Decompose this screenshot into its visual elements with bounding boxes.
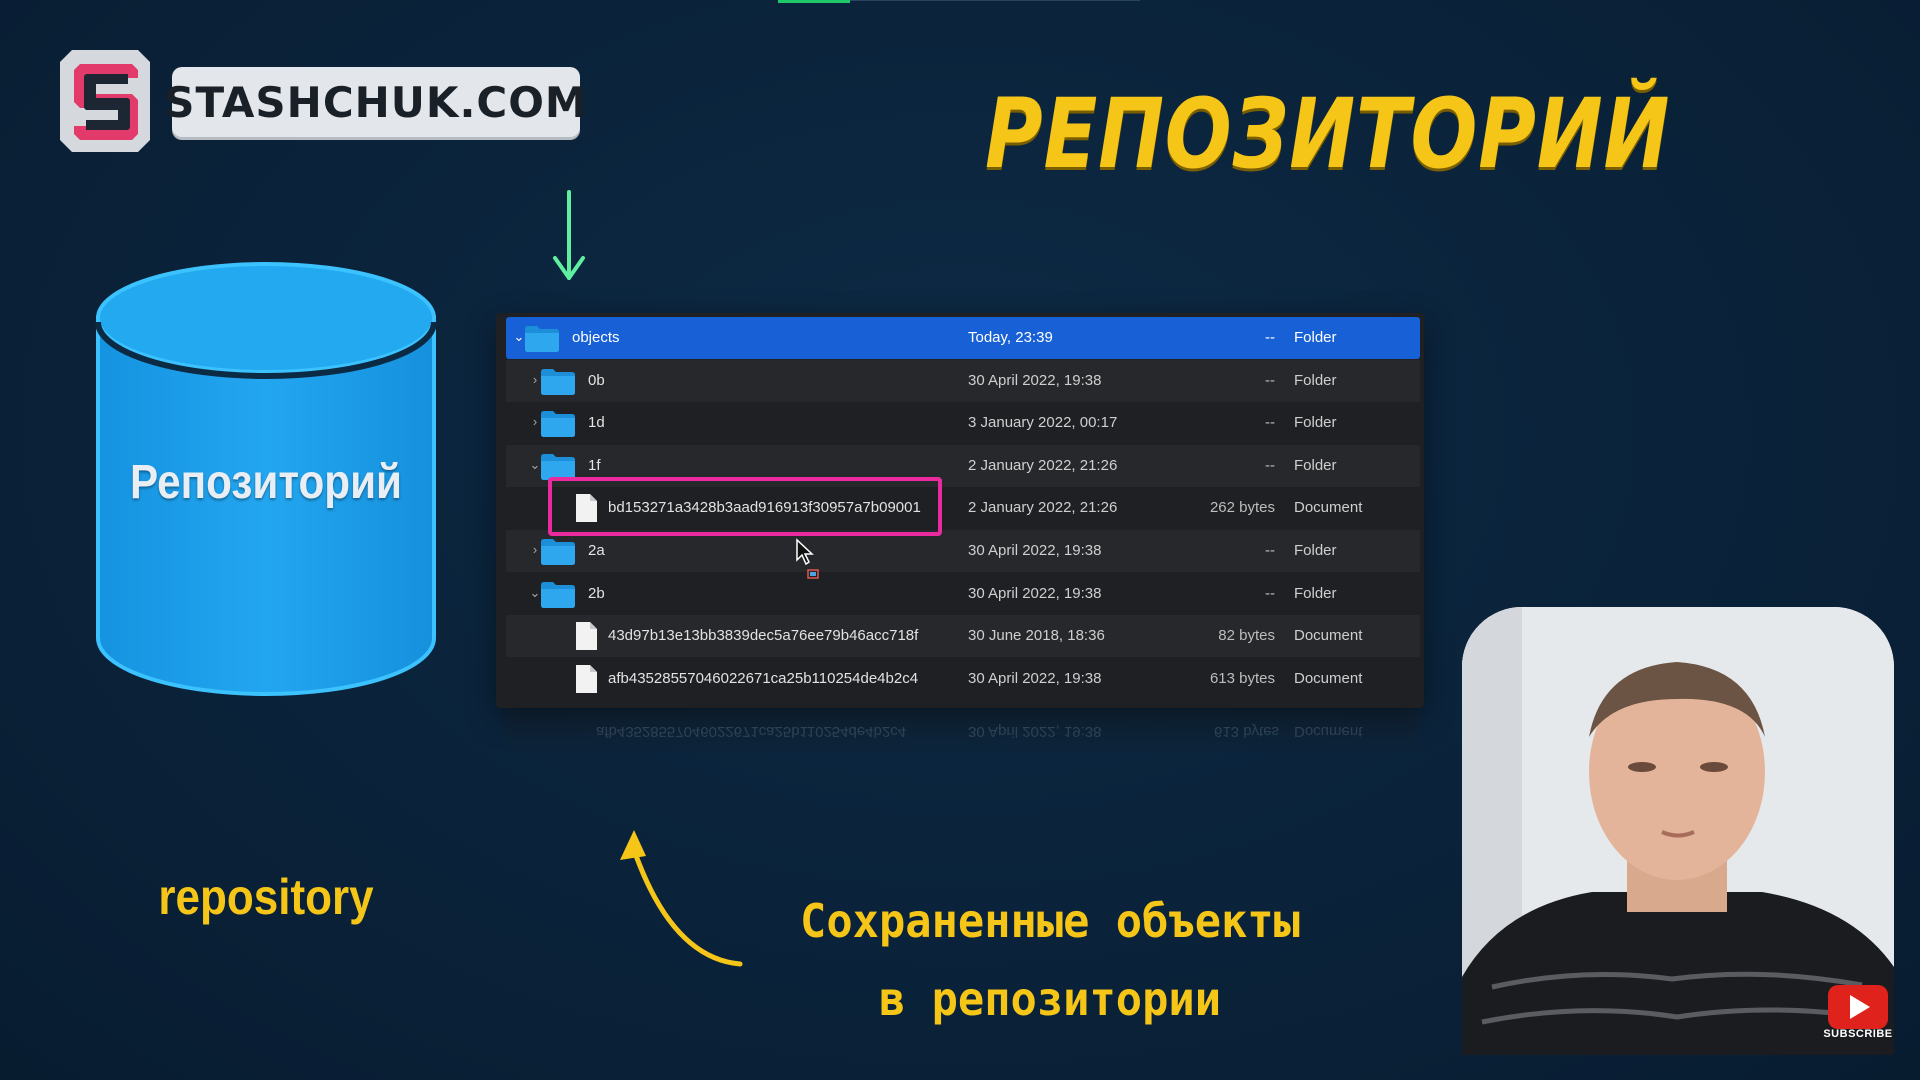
file-kind: Document: [1294, 627, 1363, 645]
folder-icon: [541, 539, 575, 565]
mouse-cursor-icon: [796, 538, 814, 566]
file-size: --: [1265, 542, 1275, 559]
file-name: 2a: [588, 542, 605, 559]
folder-row[interactable]: ⌄ objects Today, 23:39 -- Folder: [506, 317, 1420, 359]
file-kind: Folder: [1294, 542, 1337, 559]
date-modified: 3 January 2022, 00:17: [968, 414, 1118, 432]
document-icon: [576, 664, 597, 693]
slide-title: РЕПОЗИТОРИЙ: [985, 78, 1671, 190]
file-row[interactable]: afb43528557046022671ca25b110254de4b2c4 30…: [506, 658, 1420, 700]
file-name: 1f: [588, 456, 601, 474]
highlight-box: [548, 477, 942, 536]
cylinder-label: Репозиторий: [129, 456, 403, 509]
caption-line-2: в репозитории: [878, 972, 1222, 1026]
file-name: 1d: [588, 414, 605, 432]
document-icon: [576, 622, 597, 651]
date-modified: 30 April 2022, 19:38: [968, 542, 1102, 559]
date-modified: 2 January 2022, 21:26: [968, 456, 1118, 474]
file-name: afb43528557046022671ca25b110254de4b2c4: [608, 669, 919, 687]
file-name: objects: [572, 329, 620, 346]
file-size: 613 bytes: [1209, 669, 1275, 687]
date-modified: 30 June 2018, 18:36: [968, 627, 1105, 645]
folder-row[interactable]: › 1d 3 January 2022, 00:17 -- Folder: [506, 402, 1420, 444]
date-modified: 30 April 2022, 19:38: [968, 584, 1102, 602]
stashchuk-logo-icon: [60, 50, 150, 152]
folder-icon: [541, 581, 575, 608]
folder-row[interactable]: › 0b 30 April 2022, 19:38 -- Folder: [506, 359, 1420, 402]
folder-icon: [541, 411, 575, 438]
file-name: 43d97b13e13bb3839dec5a76ee79b46acc718f: [608, 627, 919, 645]
file-size: --: [1265, 584, 1275, 602]
file-size: --: [1265, 456, 1275, 474]
file-row[interactable]: 43d97b13e13bb3839dec5a76ee79b46acc718f 30…: [506, 615, 1420, 658]
file-kind: Folder: [1294, 371, 1337, 389]
brand-logo-text: STASHCHUK.COM: [164, 77, 588, 127]
date-modified: 30 April 2022, 19:38: [968, 371, 1102, 389]
file-size: --: [1265, 371, 1275, 389]
top-divider-line: [850, 0, 1140, 1]
folder-row[interactable]: ⌄ 2b 30 April 2022, 19:38 -- Folder: [506, 573, 1420, 615]
file-name: 0b: [588, 371, 605, 389]
file-kind: Document: [1294, 669, 1363, 687]
caption-line-1: Сохраненные объекты: [800, 894, 1300, 948]
file-size: --: [1265, 329, 1275, 346]
subscribe-label[interactable]: SUBSCRIBE: [1821, 1028, 1895, 1040]
file-kind: Folder: [1294, 414, 1337, 432]
caption-text: Сохраненные объекты в репозитории: [718, 882, 1383, 1038]
reflection-size: 613 bytes: [1214, 723, 1280, 740]
folder-row[interactable]: › 2a 30 April 2022, 19:38 -- Folder: [506, 530, 1420, 572]
busy-indicator-icon: [807, 569, 819, 579]
file-kind: Folder: [1294, 584, 1337, 602]
file-size: 82 bytes: [1218, 627, 1275, 645]
down-arrow-icon: [553, 190, 585, 280]
file-name: 2b: [588, 584, 605, 602]
folder-icon: [525, 326, 559, 352]
reflection-kind: Document: [1294, 723, 1363, 740]
finder-reflection: afb43528557046022671ca25b110254de4b2c4 3…: [496, 710, 1424, 790]
date-modified: 30 April 2022, 19:38: [968, 669, 1102, 687]
reflection-date: 30 April 2022, 19:38: [968, 723, 1102, 740]
file-kind: Document: [1294, 499, 1363, 517]
date-modified: 2 January 2022, 21:26: [968, 499, 1118, 517]
top-progress-accent: [778, 0, 850, 3]
folder-icon: [541, 368, 575, 395]
date-modified: Today, 23:39: [968, 329, 1053, 346]
reflection-name: afb43528557046022671ca25b110254de4b2c4: [596, 723, 907, 740]
file-size: --: [1265, 414, 1275, 432]
brand-logo-badge[interactable]: STASHCHUK.COM: [164, 67, 587, 137]
file-size: 262 bytes: [1209, 499, 1275, 517]
file-kind: Folder: [1294, 329, 1337, 346]
file-kind: Folder: [1294, 456, 1337, 474]
repository-word: repository: [158, 869, 374, 925]
